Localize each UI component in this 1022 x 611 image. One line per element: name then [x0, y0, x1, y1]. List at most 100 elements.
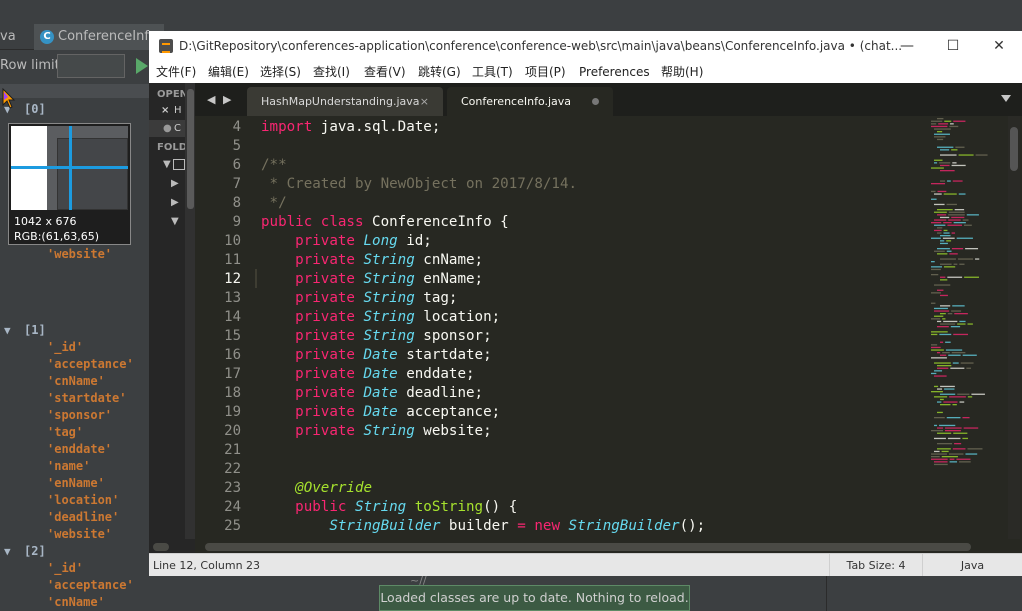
folder-collapsed-icon[interactable]: ▶: [171, 197, 179, 208]
maximize-button[interactable]: ☐: [930, 31, 976, 61]
line-number: 12: [224, 271, 241, 287]
background-tab-java[interactable]: va: [0, 24, 28, 50]
magnifier-size: 1042 x 676: [14, 215, 77, 228]
line-number: 25: [224, 518, 241, 534]
tree-key-label: 'cnName': [47, 595, 105, 609]
menu-selection[interactable]: 选择(S): [260, 61, 301, 83]
code-line: */: [261, 195, 287, 211]
line-number: 23: [224, 480, 241, 496]
editor-vertical-scrollbar[interactable]: [1008, 116, 1020, 539]
code-line: private String sponsor;: [295, 328, 492, 344]
syntax-selector[interactable]: Java: [922, 554, 1022, 577]
folder-expanded-icon[interactable]: ▼: [171, 216, 179, 227]
minimize-button[interactable]: —: [884, 31, 930, 61]
line-number: 11: [224, 252, 241, 268]
line-number: 4: [232, 119, 241, 135]
line-number: 17: [224, 366, 241, 382]
menu-tools[interactable]: 工具(T): [472, 61, 513, 83]
row-limit-input[interactable]: [57, 54, 125, 78]
side-bar: OPEN × H ● C FOLD ▼ ▶ ▶ ▼: [149, 83, 186, 539]
code-line: public class ConferenceInfo {: [261, 214, 509, 230]
background-tab-label: ConferenceInfo: [58, 29, 157, 44]
open-file-item-active[interactable]: C: [174, 123, 181, 134]
menu-file[interactable]: 文件(F): [156, 61, 196, 83]
unsaved-dot-icon[interactable]: [592, 98, 599, 105]
cursor-icon: [2, 88, 16, 109]
line-number: 21: [224, 442, 241, 458]
folder-expanded-icon[interactable]: ▼: [163, 159, 171, 170]
line-number: 18: [224, 385, 241, 401]
menu-project[interactable]: 项目(P): [525, 61, 566, 83]
tab-conferenceinfo[interactable]: ConferenceInfo.java: [447, 87, 613, 116]
close-tab-icon[interactable]: ×: [420, 87, 429, 116]
line-number: 16: [224, 347, 241, 363]
tree-key-label: 'enName': [47, 476, 105, 490]
close-button[interactable]: ✕: [976, 31, 1022, 61]
tree-key-label: 'website': [47, 247, 113, 261]
magnifier-rgb: RGB:(61,63,65): [14, 230, 99, 243]
code-line: StringBuilder builder = new StringBuilde…: [329, 518, 706, 534]
line-number: 15: [224, 328, 241, 344]
line-number: 10: [224, 233, 241, 249]
code-area[interactable]: import java.sql.Date; /** * Created by Ne…: [261, 116, 921, 539]
menu-help[interactable]: 帮助(H): [661, 61, 703, 83]
line-number: 6: [232, 157, 241, 173]
run-query-icon[interactable]: [136, 58, 148, 74]
file-dot-icon: ●: [163, 123, 172, 134]
class-icon: C: [40, 29, 54, 44]
tree-key-label: '_id': [47, 561, 84, 575]
background-editor-tabbar: va C ConferenceInfo: [0, 24, 164, 50]
line-number: 14: [224, 309, 241, 325]
background-tab-conferenceinfo[interactable]: C ConferenceInfo: [34, 24, 164, 50]
tab-size-selector[interactable]: Tab Size: 4: [829, 554, 922, 577]
open-files-header: OPEN: [157, 89, 186, 100]
line-number: 22: [224, 461, 241, 477]
code-line: private String website;: [295, 423, 492, 439]
tree-key-label: 'cnName': [47, 374, 105, 388]
tree-key-label: '_id': [47, 340, 84, 354]
code-line: private Date startdate;: [295, 347, 492, 363]
folders-header: FOLD: [157, 142, 186, 153]
sublime-app-icon: [159, 39, 173, 53]
menu-goto[interactable]: 跳转(G): [418, 61, 461, 83]
code-line: private Date enddate;: [295, 366, 475, 382]
tree-key-label: 'location': [47, 493, 120, 507]
tree-key-label: 'enddate': [47, 442, 113, 456]
sublime-text-window: D:\GitRepository\conferences-application…: [149, 31, 1022, 577]
tab-label: ConferenceInfo.java: [461, 95, 572, 108]
open-file-item[interactable]: H: [174, 105, 182, 116]
code-line: private Date acceptance;: [295, 404, 501, 420]
sidebar-scroll-thumb[interactable]: [187, 89, 194, 209]
folder-collapsed-icon[interactable]: ▶: [171, 178, 179, 189]
close-file-icon[interactable]: ×: [161, 105, 169, 116]
expand-arrow-icon[interactable]: ▼: [4, 322, 11, 339]
tree-key-label: 'name': [47, 459, 91, 473]
menu-preferences[interactable]: Preferences: [579, 61, 650, 83]
tab-hashmapunderstanding[interactable]: HashMapUnderstanding.java ×: [247, 87, 443, 116]
cursor-position: Line 12, Column 23: [153, 559, 261, 572]
line-number: 20: [224, 423, 241, 439]
result-header: [0, 84, 150, 98]
menu-find[interactable]: 查找(I): [313, 61, 350, 83]
background-ide-toolbar: [0, 0, 1022, 24]
minimap[interactable]: [929, 116, 1005, 539]
code-line: import java.sql.Date;: [261, 119, 441, 135]
tab-list-dropdown-icon[interactable]: [1001, 95, 1011, 102]
row-limit-label: Row limit:: [0, 58, 65, 73]
editor-horizontal-scroll-thumb[interactable]: [205, 543, 971, 551]
menu-view[interactable]: 查看(V): [364, 61, 406, 83]
editor-tab-strip: ◀ ▶ HashMapUnderstanding.java × Conferen…: [195, 83, 1022, 116]
window-titlebar[interactable]: D:\GitRepository\conferences-application…: [149, 31, 1022, 61]
editor-vertical-scroll-thumb[interactable]: [1010, 127, 1018, 171]
code-line: * Created by NewObject on 2017/8/14.: [261, 176, 578, 192]
tree-key-label: 'sponsor': [47, 408, 113, 422]
tab-scroll-left-icon[interactable]: ◀: [207, 93, 215, 106]
tree-key-label: 'deadline': [47, 510, 120, 524]
menu-edit[interactable]: 编辑(E): [208, 61, 249, 83]
line-number: 8: [232, 195, 241, 211]
background-tab-label: va: [0, 29, 16, 44]
expand-arrow-icon[interactable]: ▼: [4, 543, 11, 560]
window-title: D:\GitRepository\conferences-application…: [179, 39, 903, 53]
sidebar-horizontal-scroll-thumb[interactable]: [153, 543, 169, 551]
tab-scroll-right-icon[interactable]: ▶: [223, 93, 231, 106]
